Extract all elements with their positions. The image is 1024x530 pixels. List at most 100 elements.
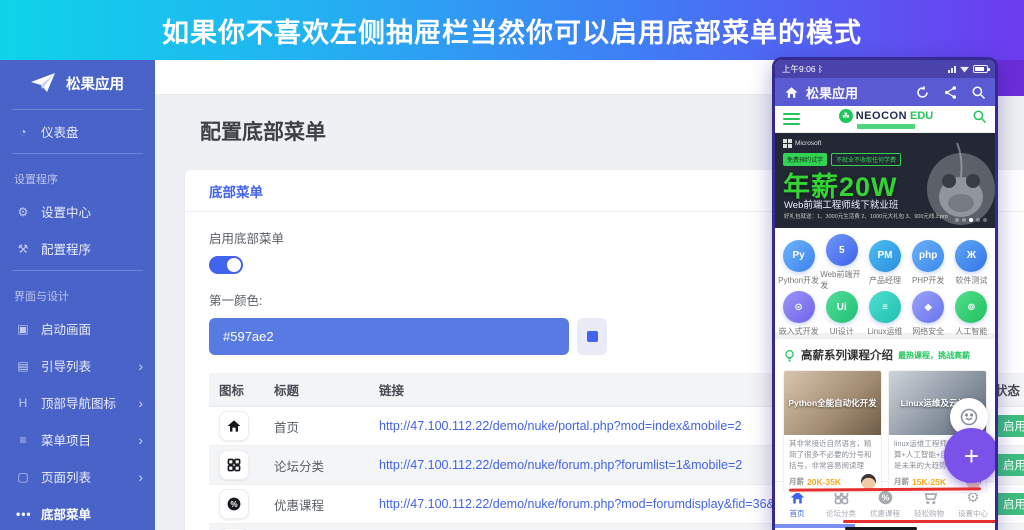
course-desc: 其非常接近自然语言，精简了很多不必要的分号和括号，非常容易阅读理解。 xyxy=(789,439,876,472)
refresh-icon[interactable] xyxy=(915,85,930,100)
sidebar-item-menu-items[interactable]: ≡ 菜单项目 › xyxy=(0,421,155,458)
annotation-blue-line xyxy=(775,524,855,528)
pages-icon: ▢ xyxy=(16,470,30,484)
course-section-tag: 最热课程，挑战高薪 xyxy=(898,350,970,361)
sidebar: 松果应用 ◔ 仪表盘 设置程序 ⚙ 设置中心 ⚒ 配置程序 界面与设计 ▣ 启动… xyxy=(0,60,155,530)
battery-icon xyxy=(973,65,988,73)
annotation-red-line-bottom xyxy=(843,520,997,523)
course-image: Python全能自动化开发 xyxy=(784,371,881,435)
course-salary: 20K-35K xyxy=(807,477,858,487)
card-title: 底部菜单 xyxy=(209,181,263,201)
grid-item-security[interactable]: ◆网络安全 xyxy=(907,291,950,337)
color-swatch-icon xyxy=(587,331,598,342)
list-icon: ≡ xyxy=(16,433,30,447)
phone-status-bar: 上午9:06 ᛒ xyxy=(775,60,995,78)
grid-item-linux[interactable]: ≡Linux运维 xyxy=(863,291,906,337)
robot-icon: ⊚ xyxy=(955,291,987,323)
sidebar-item-settings-center[interactable]: ⚙ 设置中心 xyxy=(0,193,155,230)
grid-item-web[interactable]: 5Web前端开发 xyxy=(820,234,863,291)
color-swatch-button[interactable] xyxy=(577,318,607,355)
category-grid: PyPython开发 5Web前端开发 PM产品经理 phpPHP开发 Ж软件测… xyxy=(775,228,995,333)
python-icon: Py xyxy=(783,240,815,272)
grid-item-embedded[interactable]: ⊙嵌入式开发 xyxy=(777,291,820,337)
grid-item-pm[interactable]: PM产品经理 xyxy=(863,234,906,291)
row-title: 首页 xyxy=(264,407,369,446)
row-link[interactable]: http://47.100.112.22/demo/nuke/forum.php… xyxy=(379,458,742,472)
course-section-title: 高薪系列课程介绍 xyxy=(801,347,893,363)
shield-icon: ◆ xyxy=(912,291,944,323)
header-title: 标题 xyxy=(264,373,369,407)
wifi-icon xyxy=(960,66,969,73)
site-toolbar: ☘ NEOCONEDU xyxy=(775,106,995,133)
header-icon: 图标 xyxy=(209,373,264,407)
bug-icon: Ж xyxy=(955,240,987,272)
enable-toggle[interactable] xyxy=(209,256,243,274)
promo-subtitle: Web前端工程师线下就业班 xyxy=(784,197,898,211)
status-badge: 启用 xyxy=(995,493,1024,515)
color-input[interactable] xyxy=(209,318,569,355)
php-icon: php xyxy=(912,240,944,272)
grid-item-ai[interactable]: ⊚人工智能 xyxy=(950,291,993,337)
grid-item-testing[interactable]: Ж软件测试 xyxy=(950,234,993,291)
chevron-right-icon: › xyxy=(138,395,143,411)
toggle-knob xyxy=(227,258,241,272)
ellipsis-icon: ••• xyxy=(16,507,30,521)
promo-note: 好礼包就送：1、3000元生活费 2、1000元大礼包 3、900元线上pro xyxy=(784,212,948,220)
home-icon xyxy=(784,85,799,100)
row-title: 优惠课程 xyxy=(264,485,369,524)
top-nav-icon: H xyxy=(16,396,30,410)
microsoft-logo: Microsoft xyxy=(783,139,821,148)
share-icon[interactable] xyxy=(943,85,958,100)
guide-list-icon: ▤ xyxy=(16,359,30,373)
grid-item-php[interactable]: phpPHP开发 xyxy=(907,234,950,291)
pm-icon: PM xyxy=(869,240,901,272)
grid-icon xyxy=(219,450,249,480)
terminal-icon: ≡ xyxy=(869,291,901,323)
dashboard-icon: ◔ xyxy=(16,125,30,139)
sidebar-section-settings: 设置程序 xyxy=(0,157,155,193)
logo-leaf-icon: ☘ xyxy=(839,109,853,123)
status-badge: 启用 xyxy=(995,454,1024,476)
svg-text:%: % xyxy=(881,492,889,502)
logo-tagline-bar xyxy=(857,124,915,129)
home-icon xyxy=(219,411,249,441)
status-badge: 启用 xyxy=(995,415,1024,437)
chevron-right-icon: › xyxy=(138,358,143,374)
page-title: 配置底部菜单 xyxy=(200,116,326,146)
course-card[interactable]: Python全能自动化开发 其非常接近自然语言，精简了很多不必要的分号和括号，非… xyxy=(783,370,882,493)
promo-banner[interactable]: Microsoft 免费预约试学 不就业不收取任何学费 年薪20W Web前端工… xyxy=(775,133,995,228)
avatar xyxy=(861,474,876,489)
smiley-icon xyxy=(959,407,979,427)
grid-item-python[interactable]: PyPython开发 xyxy=(777,234,820,291)
chevron-right-icon: › xyxy=(138,432,143,448)
sidebar-item-dashboard[interactable]: ◔ 仪表盘 xyxy=(0,113,155,150)
fab-add-button[interactable]: + xyxy=(944,428,998,483)
gears-icon: ⚙ xyxy=(16,205,30,219)
sidebar-item-configure[interactable]: ⚒ 配置程序 xyxy=(0,230,155,267)
sidebar-item-top-nav-icons[interactable]: H 顶部导航图标 › xyxy=(0,384,155,421)
hamburger-menu-icon[interactable] xyxy=(783,113,800,125)
chevron-right-icon: › xyxy=(138,469,143,485)
lightbulb-icon xyxy=(783,349,796,362)
sidebar-divider xyxy=(12,270,143,271)
top-banner: 如果你不喜欢左侧抽屉栏当然你可以启用底部菜单的模式 xyxy=(0,0,1024,60)
tools-icon: ⚒ xyxy=(16,242,30,256)
sidebar-item-bottom-menu[interactable]: ••• 底部菜单 xyxy=(0,495,155,530)
sidebar-item-guide-list[interactable]: ▤ 引导列表 › xyxy=(0,347,155,384)
search-icon[interactable] xyxy=(971,85,986,100)
phone-app-bar: 松果应用 xyxy=(775,78,995,106)
row-title: 论坛分类 xyxy=(264,446,369,485)
carousel-dots[interactable] xyxy=(955,218,987,222)
sidebar-divider xyxy=(12,109,143,110)
row-link[interactable]: http://47.100.112.22/demo/nuke/portal.ph… xyxy=(379,419,742,433)
sidebar-section-interface: 界面与设计 xyxy=(0,274,155,310)
grid-item-ui[interactable]: UiUI设计 xyxy=(820,291,863,337)
brand: 松果应用 xyxy=(0,60,155,106)
html5-icon: 5 xyxy=(826,234,858,266)
svg-text:%: % xyxy=(230,500,237,509)
sidebar-item-splash[interactable]: ▣ 启动画面 xyxy=(0,310,155,347)
site-search-icon[interactable] xyxy=(972,109,987,129)
sidebar-item-page-list[interactable]: ▢ 页面列表 › xyxy=(0,458,155,495)
site-logo[interactable]: ☘ NEOCONEDU xyxy=(800,109,972,129)
phone-preview: 上午9:06 ᛒ 松果应用 ☘ NEOCONEDU xyxy=(772,57,998,530)
